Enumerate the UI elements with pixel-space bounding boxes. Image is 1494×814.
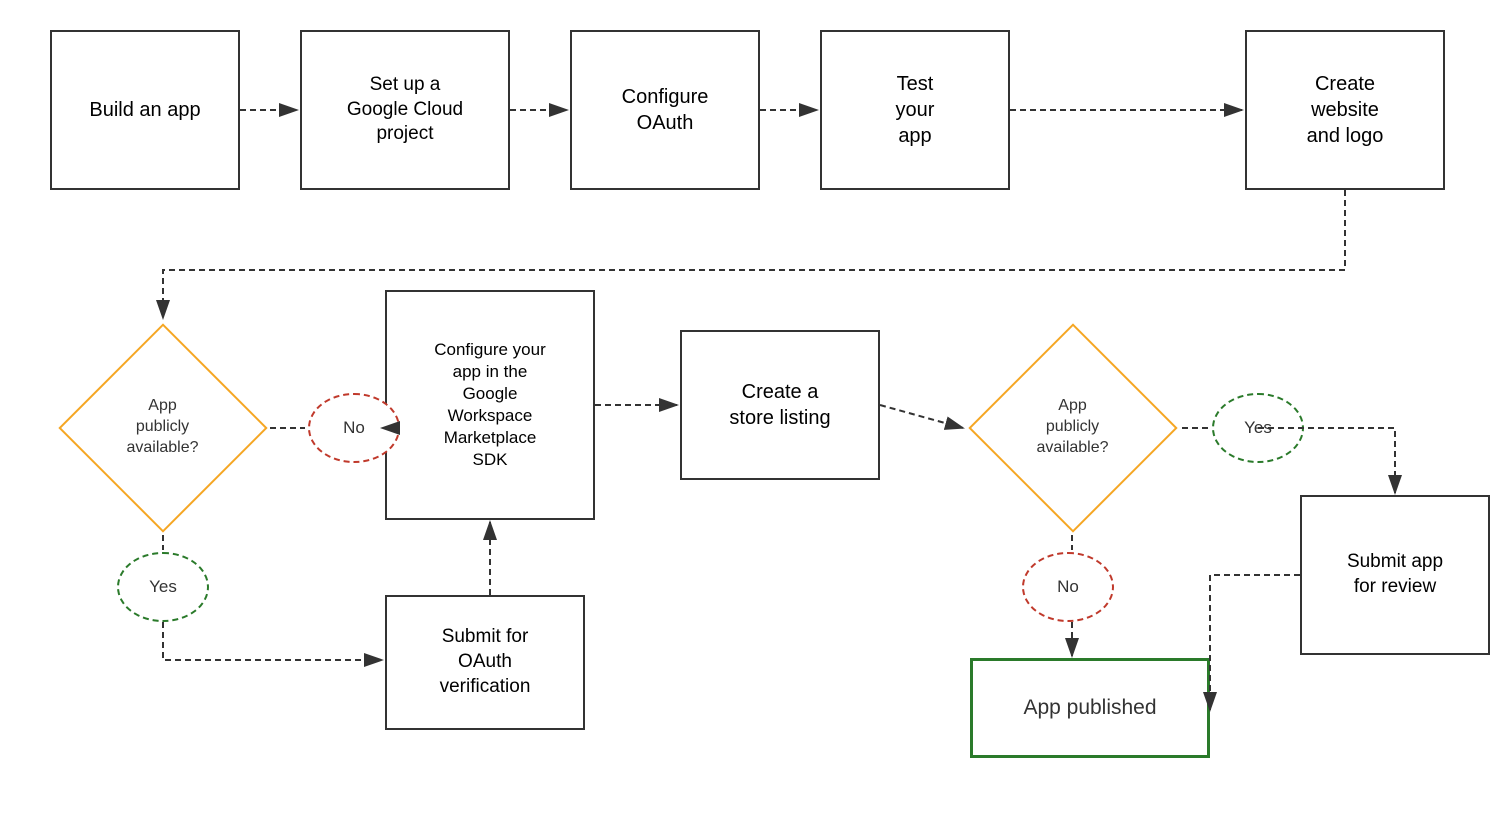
diamond-publicly-available-1: Apppubliclyavailable? [55, 320, 270, 535]
oval-yes-right: Yes [1212, 393, 1304, 463]
flowchart-diagram: Build an app Set up aGoogle Cloudproject… [0, 0, 1494, 814]
oval-no-right: No [1022, 552, 1114, 622]
box-gcp: Set up aGoogle Cloudproject [300, 30, 510, 190]
box-submit-review: Submit appfor review [1300, 495, 1490, 655]
box-test-app: Testyourapp [820, 30, 1010, 190]
diamond-publicly-available-2: Apppubliclyavailable? [965, 320, 1180, 535]
oval-no-left: No [308, 393, 400, 463]
box-build-app: Build an app [50, 30, 240, 190]
box-submit-oauth: Submit forOAuthverification [385, 595, 585, 730]
box-website-logo: Createwebsiteand logo [1245, 30, 1445, 190]
box-configure-sdk: Configure yourapp in theGoogleWorkspaceM… [385, 290, 595, 520]
box-app-published: App published [970, 658, 1210, 758]
box-oauth: ConfigureOAuth [570, 30, 760, 190]
box-store-listing: Create astore listing [680, 330, 880, 480]
oval-yes-left: Yes [117, 552, 209, 622]
